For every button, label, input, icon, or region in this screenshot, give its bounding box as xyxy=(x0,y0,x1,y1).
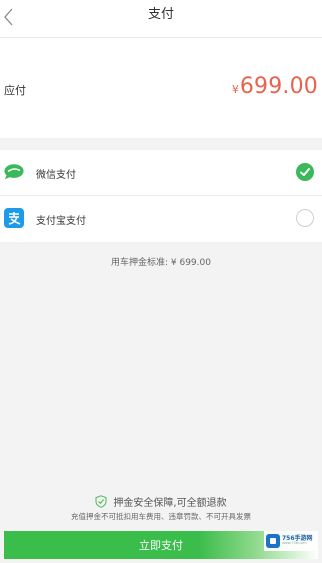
method-alipay[interactable]: 支付宝支付 xyxy=(0,196,322,242)
unselected-radio-icon[interactable] xyxy=(296,209,314,227)
guarantee-note: 充值押金不可抵扣用车费用、违章罚款、不可开具发票 xyxy=(71,512,251,521)
selected-check-icon[interactable] xyxy=(296,163,314,181)
guarantee-row: 押金安全保障,可全额退款 xyxy=(0,494,322,509)
payable-amount: ¥ 699.00 xyxy=(232,74,318,99)
site-watermark: 756手游网 www.756.com xyxy=(264,531,318,551)
method-label: 支付宝支付 xyxy=(36,216,86,227)
method-label: 微信支付 xyxy=(36,170,76,181)
payable-label: 应付 xyxy=(4,84,26,97)
watermark-logo-icon xyxy=(266,534,280,548)
guarantee-title: 押金安全保障,可全额退款 xyxy=(113,498,227,509)
payment-methods: 微信支付 支付宝支付 xyxy=(0,150,322,242)
amount-number: 699.00 xyxy=(239,74,318,99)
payable-card: 应付 ¥ 699.00 xyxy=(0,38,322,138)
currency-symbol: ¥ xyxy=(231,83,239,96)
method-wechat[interactable]: 微信支付 xyxy=(0,150,322,196)
page-title: 支付 xyxy=(147,7,174,22)
wechat-icon xyxy=(4,162,24,182)
top-nav-bar: 支付 xyxy=(0,0,322,38)
shield-check-icon xyxy=(95,495,107,508)
alipay-icon xyxy=(4,208,24,228)
watermark-sub: www.756.com xyxy=(282,541,307,546)
deposit-standard: 用车押金标准: ¥ 699.00 xyxy=(111,258,211,268)
